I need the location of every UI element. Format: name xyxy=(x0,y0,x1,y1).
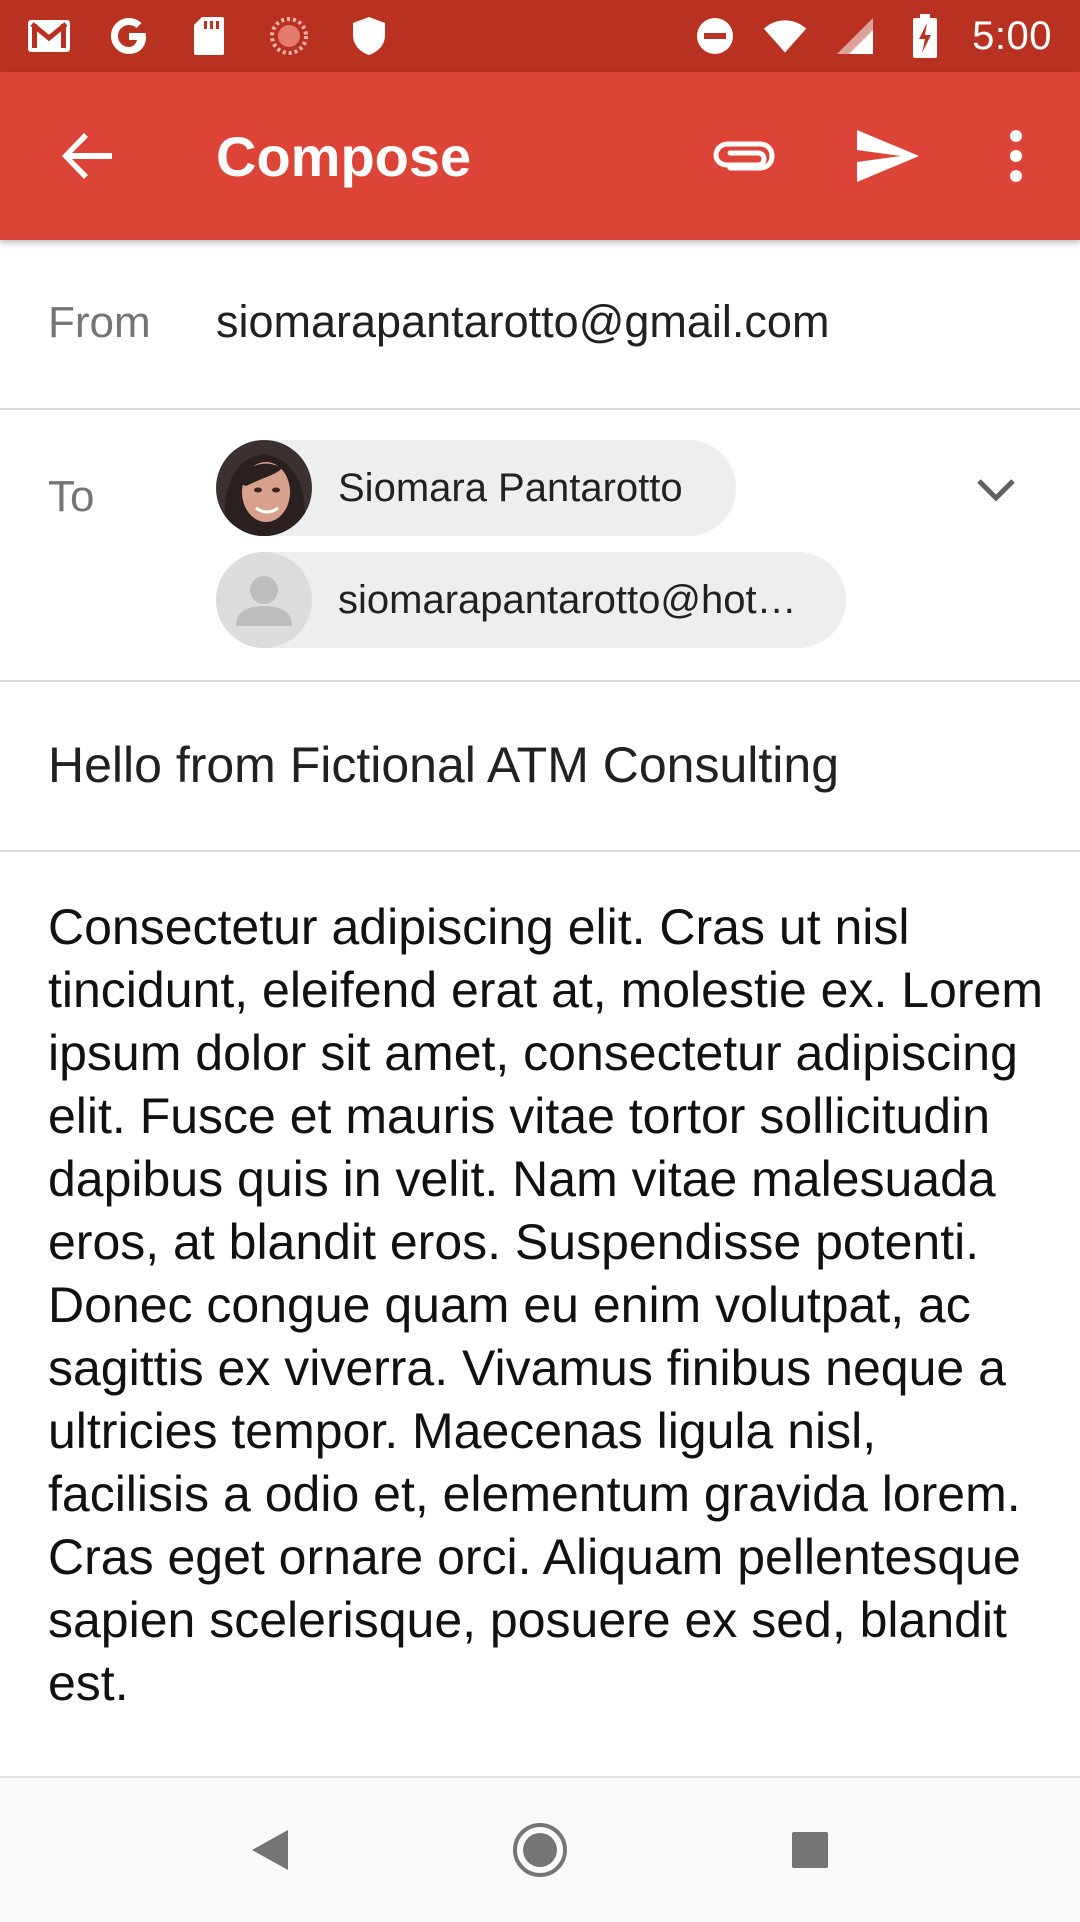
wifi-icon xyxy=(762,13,808,59)
shield-icon xyxy=(346,13,392,59)
sync-icon xyxy=(266,13,312,59)
app-bar: Compose xyxy=(0,72,1080,240)
subject-row[interactable]: Hello from Fictional ATM Consulting xyxy=(0,682,1080,852)
navigation-bar xyxy=(0,1776,1080,1922)
nav-recents-icon[interactable] xyxy=(774,1814,846,1886)
signal-icon xyxy=(832,13,878,59)
recipient-name: Siomara Pantarotto xyxy=(338,465,683,510)
attach-icon[interactable] xyxy=(708,120,780,192)
sd-card-icon xyxy=(186,13,232,59)
more-vert-icon[interactable] xyxy=(992,116,1040,196)
chevron-down-icon[interactable] xyxy=(966,460,1026,520)
recipient-chip[interactable]: siomarapantarotto@hot… xyxy=(216,552,846,648)
nav-home-icon[interactable] xyxy=(504,1814,576,1886)
subject-field[interactable]: Hello from Fictional ATM Consulting xyxy=(48,736,839,794)
status-time: 5:00 xyxy=(972,13,1052,58)
placeholder-person-icon xyxy=(216,552,312,648)
do-not-disturb-icon xyxy=(692,13,738,59)
from-account[interactable]: siomarapantarotto@gmail.com xyxy=(216,296,829,348)
message-body[interactable]: Consectetur adipiscing elit. Cras ut nis… xyxy=(48,896,1048,1776)
status-bar: 5:00 xyxy=(0,0,1080,72)
avatar xyxy=(216,440,312,536)
back-arrow-icon[interactable] xyxy=(52,120,124,192)
recipient-email: siomarapantarotto@hot… xyxy=(338,577,797,622)
to-label: To xyxy=(48,472,95,521)
gmail-icon xyxy=(26,13,72,59)
from-label: From xyxy=(48,298,151,347)
google-icon xyxy=(106,13,152,59)
to-row[interactable]: To Siomara Pantarotto siomarapantarotto@… xyxy=(0,410,1080,682)
battery-charging-icon xyxy=(902,13,948,59)
from-row[interactable]: From siomarapantarotto@gmail.com xyxy=(0,240,1080,410)
recipient-chip[interactable]: Siomara Pantarotto xyxy=(216,440,736,536)
page-title: Compose xyxy=(216,125,472,188)
nav-back-icon[interactable] xyxy=(234,1814,306,1886)
send-icon[interactable] xyxy=(848,116,928,196)
